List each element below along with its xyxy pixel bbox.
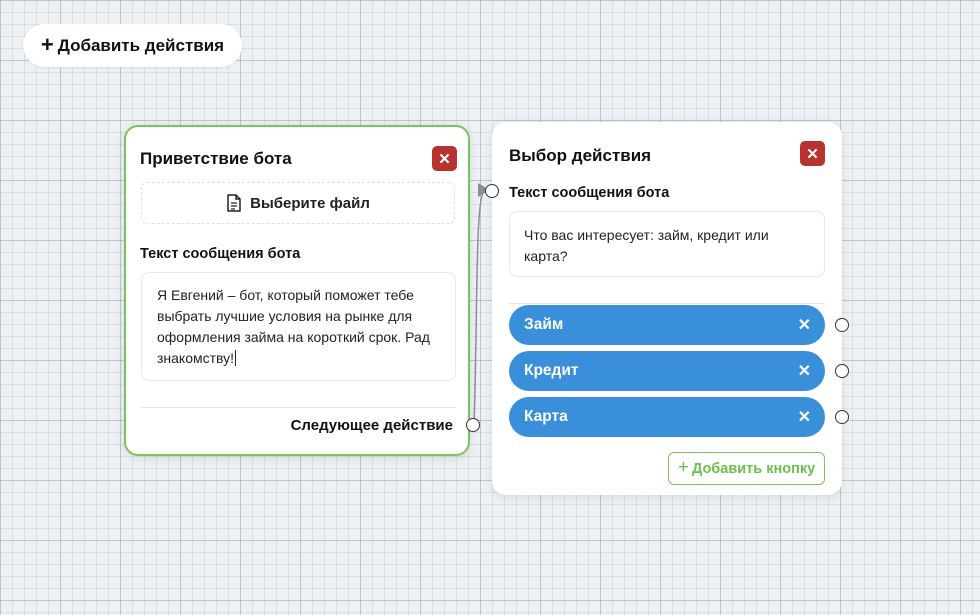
choice-button-label: Кредит [524,362,579,379]
choice-button-zaim[interactable]: Займ ✕ [509,305,825,345]
add-button-label: Добавить кнопку [691,460,816,477]
choice-button-kredit[interactable]: Кредит ✕ [509,351,825,391]
divider [509,303,825,304]
file-picker[interactable]: Выберите файл [141,182,455,224]
greeting-node[interactable]: Приветствие бота ✕ Выберите файл Текст с… [124,125,470,456]
close-icon[interactable]: ✕ [432,146,457,171]
button-port-kredit[interactable] [835,364,849,378]
message-textarea[interactable]: Что вас интересует: займ, кредит или кар… [509,211,825,277]
message-text-label: Текст сообщения бота [509,185,670,201]
file-picker-label: Выберите файл [250,194,370,212]
choice-button-karta[interactable]: Карта ✕ [509,397,825,437]
button-port-zaim[interactable] [835,318,849,332]
message-text: Что вас интересует: займ, кредит или кар… [524,227,769,264]
input-port[interactable] [485,184,499,198]
remove-icon[interactable]: ✕ [798,315,811,335]
text-caret [235,350,237,366]
close-icon[interactable]: ✕ [800,141,825,166]
button-port-karta[interactable] [835,410,849,424]
divider [141,407,456,408]
next-action-port[interactable] [466,418,480,432]
choice-node[interactable]: Выбор действия ✕ Текст сообщения бота Чт… [492,122,842,495]
file-icon [227,194,241,212]
choice-button-label: Займ [524,316,564,333]
add-button-button[interactable]: + Добавить кнопку [668,452,825,485]
choice-node-title: Выбор действия [509,146,652,165]
message-text: Я Евгений – бот, который поможет тебе вы… [157,287,430,366]
message-textarea[interactable]: Я Евгений – бот, который поможет тебе вы… [141,272,456,381]
choice-button-label: Карта [524,408,568,425]
remove-icon[interactable]: ✕ [798,361,811,381]
greeting-node-title: Приветствие бота [140,149,292,168]
plus-icon: + [677,457,689,478]
message-text-label: Текст сообщения бота [140,246,301,262]
remove-icon[interactable]: ✕ [798,407,811,427]
next-action-label: Следующее действие [290,417,453,434]
